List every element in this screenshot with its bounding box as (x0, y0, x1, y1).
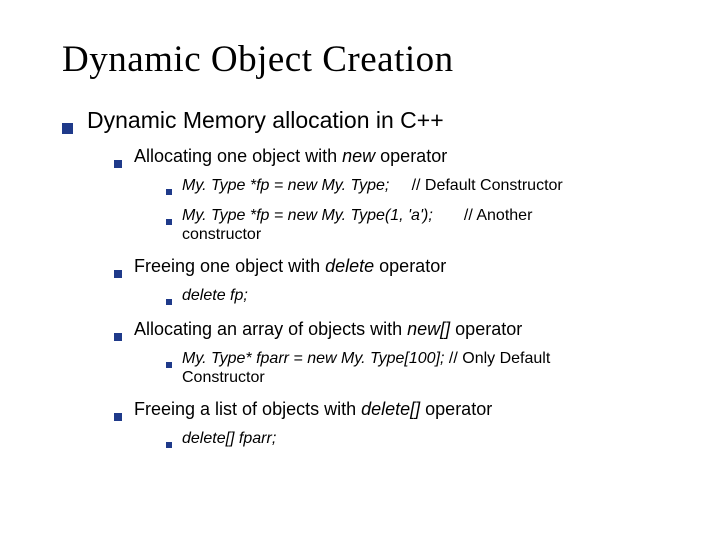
square-bullet-icon (166, 442, 172, 448)
code-line: My. Type* fparr = new My. Type[100]; // … (182, 348, 550, 370)
bullet-level3: My. Type *fp = new My. Type; // Default … (166, 175, 670, 197)
code-line: delete fp; (182, 285, 248, 307)
square-bullet-icon (114, 270, 122, 278)
bullet-level2: Freeing one object with delete operator (114, 256, 670, 277)
square-bullet-icon (114, 413, 122, 421)
square-bullet-icon (114, 333, 122, 341)
subhead-text: Allocating an array of objects with new[… (134, 319, 522, 340)
bullet-level2: Freeing a list of objects with delete[] … (114, 399, 670, 420)
bullet-level2: Allocating one object with new operator (114, 146, 670, 167)
subhead-text: Freeing one object with delete operator (134, 256, 446, 277)
square-bullet-icon (166, 219, 172, 225)
square-bullet-icon (166, 362, 172, 368)
square-bullet-icon (62, 123, 73, 134)
square-bullet-icon (166, 189, 172, 195)
continuation-line: Constructor (182, 369, 670, 387)
bullet-level3: delete fp; (166, 285, 670, 307)
bullet-level3: delete[] fparr; (166, 428, 670, 450)
code-line: delete[] fparr; (182, 428, 276, 450)
bullet-level2: Allocating an array of objects with new[… (114, 319, 670, 340)
subhead-text: Allocating one object with new operator (134, 146, 447, 167)
square-bullet-icon (114, 160, 122, 168)
bullet-level3: My. Type* fparr = new My. Type[100]; // … (166, 348, 670, 370)
slide: Dynamic Object Creation Dynamic Memory a… (0, 0, 720, 540)
code-line: My. Type *fp = new My. Type; // Default … (182, 175, 563, 197)
code-line: My. Type *fp = new My. Type(1, 'a'); // … (182, 205, 532, 227)
heading-text: Dynamic Memory allocation in C++ (87, 107, 444, 134)
square-bullet-icon (166, 299, 172, 305)
bullet-level3: My. Type *fp = new My. Type(1, 'a'); // … (166, 205, 670, 227)
bullet-level1: Dynamic Memory allocation in C++ (62, 107, 670, 134)
subhead-text: Freeing a list of objects with delete[] … (134, 399, 492, 420)
continuation-line: constructor (182, 226, 670, 244)
slide-title: Dynamic Object Creation (62, 38, 670, 81)
